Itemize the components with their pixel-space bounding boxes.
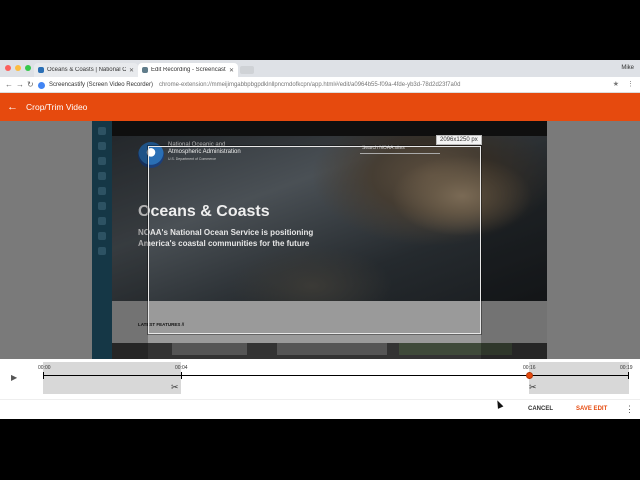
screen: Oceans & Coasts | National Oc ✕ Edit Rec… — [0, 0, 640, 480]
close-window-button[interactable] — [5, 65, 11, 71]
trim-start-time-label: 00:04 — [175, 365, 188, 371]
app-header: ← Crop/Trim Video — [0, 93, 640, 121]
playhead-handle[interactable] — [526, 372, 533, 379]
trim-end-time-label: 00:16 — [523, 365, 536, 371]
more-vert-icon[interactable]: ⋮ — [625, 404, 634, 415]
back-nav-icon[interactable]: ← — [5, 80, 13, 90]
browser-menu-icon[interactable]: ⋮ — [627, 80, 634, 88]
crop-shade-right — [481, 121, 547, 359]
save-edit-button[interactable]: SAVE EDIT — [576, 406, 607, 412]
page-title: Crop/Trim Video — [26, 102, 88, 112]
trimmed-end-region — [529, 362, 629, 394]
browser-toolbar: ← → ↻ Screencastify (Screen Video Record… — [0, 77, 640, 93]
new-tab-button[interactable] — [240, 66, 254, 74]
tab-edit-recording[interactable]: Edit Recording - Screencast ✕ — [138, 63, 238, 77]
close-tab-icon[interactable]: ✕ — [229, 67, 234, 74]
window-controls — [5, 65, 31, 71]
crop-shade-left — [92, 121, 148, 359]
bookmark-star-icon[interactable]: ★ — [613, 80, 619, 88]
trim-start-marker[interactable] — [181, 372, 182, 379]
kept-region — [181, 362, 529, 394]
extension-icon — [38, 81, 45, 89]
forward-nav-icon[interactable]: → — [16, 80, 24, 90]
noaa-favicon-icon — [38, 67, 44, 73]
toolbar-icons: ★ ⋮ — [613, 80, 634, 88]
scissors-icon[interactable]: ✂ — [171, 382, 179, 393]
tab-oceans-coasts[interactable]: Oceans & Coasts | National Oc ✕ — [34, 63, 138, 77]
timeline-tick — [43, 372, 44, 379]
browser-window: Oceans & Coasts | National Oc ✕ Edit Rec… — [0, 60, 640, 419]
scissors-icon[interactable]: ✂ — [529, 382, 537, 393]
site-label: Screencastify (Screen Video Recorder) — [49, 82, 153, 88]
reload-icon[interactable]: ↻ — [27, 80, 34, 90]
trim-timeline: ▶ 00:00 00:04 00:16 00:19 ✂ ✂ — [0, 359, 640, 399]
profile-name[interactable]: Mike — [621, 65, 634, 71]
maximize-window-button[interactable] — [25, 65, 31, 71]
tab-label: Edit Recording - Screencast — [151, 67, 226, 73]
url-text: chrome-extension://mmeijimgabbpbgpdklnll… — [158, 82, 461, 88]
tab-strip: Oceans & Coasts | National Oc ✕ Edit Rec… — [0, 60, 640, 77]
arrow-left-icon[interactable]: ← — [7, 101, 18, 113]
timeline-track[interactable] — [43, 375, 629, 376]
action-bar: CANCEL SAVE EDIT ⋮ — [0, 399, 640, 419]
trimmed-start-region — [43, 362, 181, 394]
start-time-label: 00:00 — [38, 365, 51, 371]
minimize-window-button[interactable] — [15, 65, 21, 71]
tab-label: Oceans & Coasts | National Oc — [47, 67, 126, 73]
screencastify-favicon-icon — [142, 67, 148, 73]
close-tab-icon[interactable]: ✕ — [129, 67, 134, 74]
crop-dimensions-badge: 2096x1250 px — [436, 135, 482, 145]
play-icon[interactable]: ▶ — [11, 373, 17, 382]
crop-shade-top — [148, 121, 481, 146]
end-time-label: 00:19 — [620, 365, 633, 371]
address-bar[interactable]: Screencastify (Screen Video Recorder) ch… — [38, 79, 598, 91]
cancel-button[interactable]: CANCEL — [528, 406, 553, 412]
crop-rectangle[interactable] — [148, 146, 481, 334]
timeline-tick — [628, 372, 629, 379]
